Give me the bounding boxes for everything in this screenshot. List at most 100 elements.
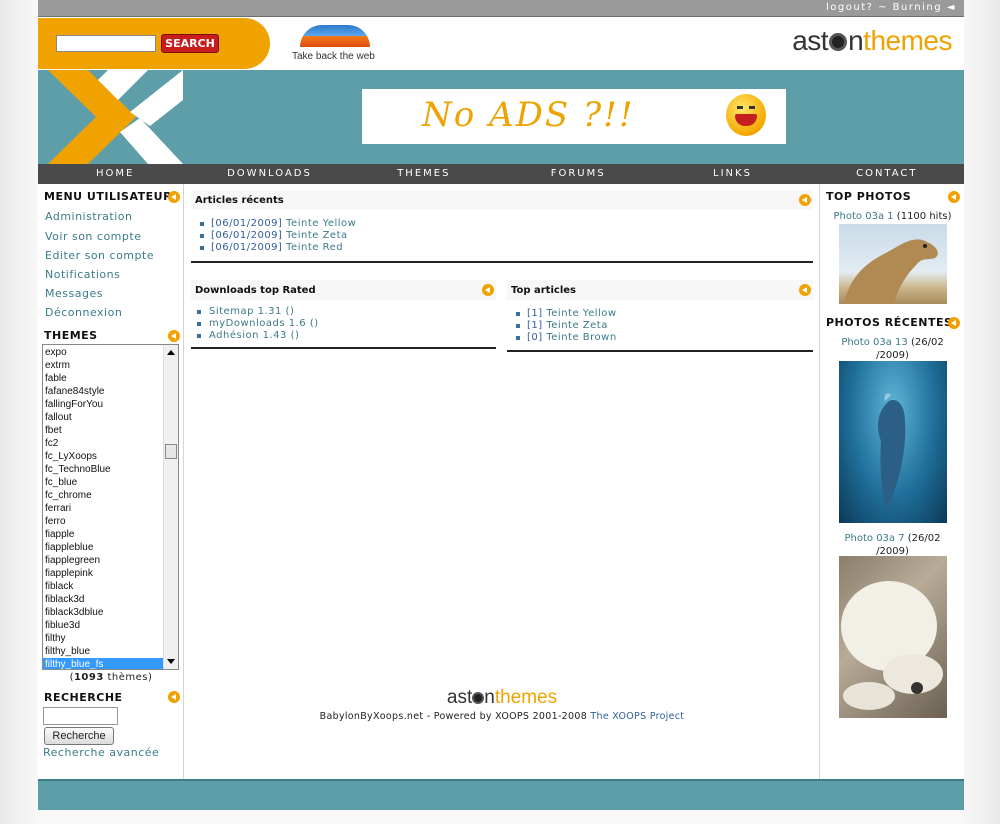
scrollbar[interactable] [163,345,178,669]
x-logo-icon [38,70,183,164]
theme-option[interactable]: fc_blue [43,476,163,489]
theme-option[interactable]: fc_chrome [43,489,163,502]
list-item[interactable]: [06/01/2009] Teinte Red [191,242,813,254]
menu-item-messages[interactable]: Messages [45,287,103,300]
theme-option[interactable]: fiapplepink [43,567,163,580]
scroll-up-icon[interactable] [167,350,175,355]
list-item[interactable]: [06/01/2009] Teinte Yellow [191,218,813,230]
list-item[interactable]: [06/01/2009] Teinte Zeta [191,230,813,242]
theme-option[interactable]: extrm [43,359,163,372]
list-item[interactable]: [1] Teinte Yellow [507,308,813,320]
theme-option[interactable]: fc2 [43,437,163,450]
header: SEARCH Take back the web ast nthemes [38,17,964,70]
logo-circle-icon [472,692,485,704]
nav-themes[interactable]: THEMES [347,164,501,184]
nav-contact[interactable]: CONTACT [810,164,964,184]
menu-item-logout[interactable]: Déconnexion [45,306,122,319]
themes-title: THEMES [44,329,98,342]
user-status[interactable]: logout? ~ Burning ◄ [826,2,956,13]
nav-links[interactable]: LINKS [655,164,809,184]
theme-option[interactable]: ferro [43,515,163,528]
advanced-search-link[interactable]: Recherche avancée [43,746,159,759]
list-item[interactable]: [0] Teinte Brown [507,332,813,344]
theme-option[interactable]: fc_LyXoops [43,450,163,463]
camel-photo[interactable] [839,224,947,304]
theme-option[interactable]: expo [43,346,163,359]
left-sidebar: MENU UTILISATEUR Administration Voir son… [38,184,184,779]
theme-option[interactable]: fiblue3d [43,619,163,632]
theme-option[interactable]: fallingForYou [43,398,163,411]
logo-text-n: n [848,25,864,56]
theme-option[interactable]: fiapple [43,528,163,541]
theme-option[interactable]: fallout [43,411,163,424]
dolphin-photo[interactable] [839,361,947,523]
downloads-block: Downloads top Rated Sitemap 1.31 () myDo… [191,280,496,352]
nav-forums[interactable]: FORUMS [501,164,655,184]
theme-option[interactable]: filthy [43,632,163,645]
nav-downloads[interactable]: DOWNLOADS [192,164,346,184]
theme-option[interactable]: fiappleblue [43,541,163,554]
themes-options: expo extrm fable fafane84style fallingForYou… [43,346,163,669]
ad-banner[interactable]: No ADS ?!! [362,89,786,144]
collapse-arrow-icon[interactable] [948,317,960,329]
logo-text-themes: themes [863,25,952,56]
top-articles-block: Top articles [1] Teinte Yellow [1] Teint… [507,280,813,354]
list-item[interactable]: Adhésion 1.43 () [191,330,496,342]
footer-logo[interactable]: ast nthemes [184,687,820,709]
theme-option[interactable]: fable [43,372,163,385]
footer-credit: BabylonByXoops.net - Powered by XOOPS 20… [319,711,685,722]
recent-articles-title: Articles récents [195,195,284,206]
list-item[interactable]: [1] Teinte Zeta [507,320,813,332]
menu-item-notifications[interactable]: Notifications [45,268,120,281]
photo-link[interactable]: Photo 03a 1 [834,211,894,222]
scroll-down-icon[interactable] [167,659,175,664]
themes-count: (1093 thèmes) [69,672,153,683]
top-photo-caption: Photo 03a 1 (1100 hits) [833,211,952,222]
menu-item-view-account[interactable]: Voir son compte [45,230,141,243]
list-item[interactable]: Sitemap 1.31 () [191,306,496,318]
theme-option[interactable]: filthy_blue [43,645,163,658]
theme-option[interactable]: ferrari [43,502,163,515]
theme-option[interactable]: fiblack [43,580,163,593]
top-articles-list: [1] Teinte Yellow [1] Teinte Zeta [0] Te… [507,308,813,344]
collapse-arrow-icon[interactable] [482,284,494,296]
main-nav: HOME DOWNLOADS THEMES FORUMS LINKS CONTA… [38,164,964,184]
search-input[interactable] [56,35,156,52]
theme-option[interactable]: fiapplegreen [43,554,163,567]
logo-circle-icon [829,33,848,51]
theme-option[interactable]: fafane84style [43,385,163,398]
photo-link[interactable]: Photo 03a 7 [844,533,904,544]
collapse-arrow-icon[interactable] [168,330,180,342]
theme-option[interactable]: fc_TechnoBlue [43,463,163,476]
smiley-icon [726,94,766,136]
collapse-arrow-icon[interactable] [948,191,960,203]
themes-select[interactable]: expo extrm fable fafane84style fallingForYou… [42,344,179,670]
search-query-input[interactable] [43,707,118,725]
menu-item-administration[interactable]: Administration [45,210,133,223]
search-submit-button[interactable]: Recherche [44,727,114,745]
collapse-arrow-icon[interactable] [168,191,180,203]
list-item[interactable]: myDownloads 1.6 () [191,318,496,330]
site-logo[interactable]: ast nthemes [792,25,952,57]
theme-option[interactable]: fbet [43,424,163,437]
polar-bear-photo[interactable] [839,556,947,718]
theme-option[interactable]: filthy_blue_fs [43,658,163,669]
firefox-banner[interactable]: Take back the web [290,23,390,67]
collapse-arrow-icon[interactable] [799,284,811,296]
downloads-list: Sitemap 1.31 () myDownloads 1.6 () Adhés… [191,306,496,342]
search-button[interactable]: SEARCH [161,34,219,53]
page: logout? ~ Burning ◄ SEARCH Take back the… [38,0,964,810]
photo-link[interactable]: Photo 03a 13 [841,337,907,348]
right-sidebar: TOP PHOTOS Photo 03a 1 (1100 hits) PHOTO… [819,184,964,779]
theme-option[interactable]: fiblack3d [43,593,163,606]
scroll-thumb[interactable] [165,444,177,459]
nav-home[interactable]: HOME [38,164,192,184]
recent-photo-caption: Photo 03a 13 (26/02/2009) [841,337,944,361]
collapse-arrow-icon[interactable] [168,691,180,703]
collapse-arrow-icon[interactable] [799,194,811,206]
xoops-project-link[interactable]: The XOOPS Project [590,711,684,722]
menu-item-edit-account[interactable]: Editer son compte [45,249,154,262]
firefox-logo-icon [300,25,370,47]
theme-option[interactable]: fiblack3dblue [43,606,163,619]
footer-bar [38,779,964,810]
